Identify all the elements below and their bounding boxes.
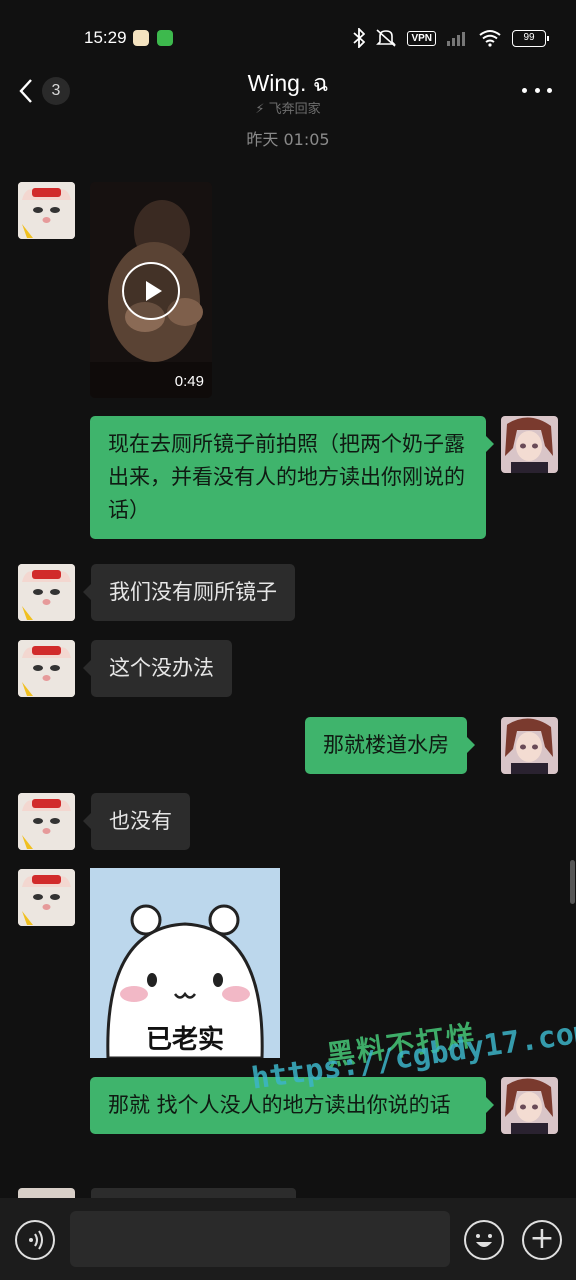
chat-title[interactable]: Wing. ฉ bbox=[0, 66, 576, 102]
message-bubble-sent[interactable]: 那就楼道水房 bbox=[305, 717, 475, 774]
more-button[interactable] bbox=[522, 84, 552, 96]
contact-avatar[interactable] bbox=[18, 564, 75, 621]
message-timestamp: 昨天 01:05 bbox=[246, 130, 330, 149]
status-text: 飞奔回家 bbox=[268, 102, 321, 117]
message-input[interactable] bbox=[70, 1211, 450, 1267]
chat-status: ⚡ 飞奔回家 bbox=[0, 98, 576, 117]
message-text: 这个没办法 bbox=[109, 656, 214, 680]
message-text: 现在去厕所镜子前拍照（把两个奶子露出来，并看没有人的地方读出你刚说的话） bbox=[108, 432, 465, 522]
emoji-icon bbox=[476, 1234, 492, 1247]
more-icon bbox=[522, 87, 527, 93]
contact-avatar[interactable] bbox=[18, 640, 75, 697]
status-bar: 15:29 VPN 99 bbox=[0, 0, 576, 60]
message-bubble-received[interactable]: 这个没办法 bbox=[83, 640, 232, 697]
input-bar: + bbox=[0, 1198, 576, 1280]
video-duration: 0:49 bbox=[174, 373, 204, 390]
emoji-button[interactable] bbox=[464, 1220, 504, 1260]
my-avatar[interactable] bbox=[501, 717, 558, 774]
message-bubble-sent[interactable]: 现在去厕所镜子前拍照（把两个奶子露出来，并看没有人的地方读出你刚说的话） bbox=[90, 416, 494, 539]
video-message[interactable]: 0:49 bbox=[90, 182, 212, 398]
signal-icon bbox=[447, 32, 465, 46]
contact-avatar[interactable] bbox=[18, 182, 75, 239]
plus-button[interactable]: + bbox=[522, 1220, 562, 1260]
battery-indicator: 99 bbox=[512, 29, 549, 47]
app-notification-icon bbox=[157, 30, 173, 46]
scrollbar[interactable] bbox=[570, 860, 575, 904]
app-notification-icon bbox=[133, 30, 149, 46]
message-bubble-received[interactable]: 也没有 bbox=[83, 793, 190, 850]
sticker-caption: 已老实 bbox=[145, 1025, 224, 1055]
sticker-message[interactable]: 已老实 bbox=[90, 868, 280, 1058]
contact-avatar[interactable] bbox=[18, 869, 75, 926]
contact-avatar[interactable] bbox=[18, 793, 75, 850]
status-icon: ⚡ bbox=[255, 102, 269, 117]
voice-button[interactable] bbox=[15, 1220, 55, 1260]
bluetooth-icon bbox=[353, 28, 366, 48]
voice-icon bbox=[29, 1230, 43, 1250]
status-time: 15:29 bbox=[84, 28, 127, 47]
play-icon[interactable] bbox=[122, 262, 180, 320]
message-text: 我们没有厕所镜子 bbox=[109, 580, 277, 604]
status-icons: VPN 99 bbox=[353, 26, 549, 50]
message-text: 也没有 bbox=[109, 809, 172, 833]
chat-header: 3 Wing. ฉ ⚡ 飞奔回家 bbox=[0, 60, 576, 130]
message-bubble-received[interactable]: 我们没有厕所镜子 bbox=[83, 564, 295, 621]
wifi-icon bbox=[479, 30, 501, 47]
message-text: 那就 找个人没人的地方读出你说的话 bbox=[108, 1093, 451, 1117]
plus-icon: + bbox=[529, 1221, 555, 1256]
my-avatar[interactable] bbox=[501, 416, 558, 473]
my-avatar[interactable] bbox=[501, 1077, 558, 1134]
vpn-badge: VPN bbox=[407, 30, 436, 46]
mute-icon bbox=[376, 29, 397, 47]
message-text: 那就楼道水房 bbox=[323, 733, 449, 757]
